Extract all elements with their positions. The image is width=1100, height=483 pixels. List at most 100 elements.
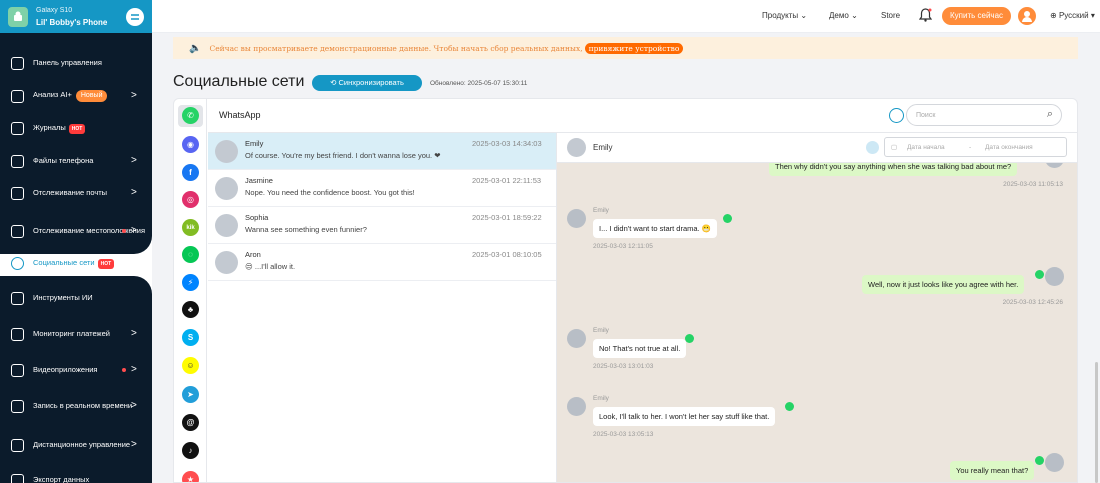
avatar bbox=[215, 251, 238, 274]
telegram-icon[interactable]: ➤ bbox=[182, 386, 199, 403]
app-list: ✆ ◉ f ◎ kik ◌ ⚡ ♣ S ☺ ➤ @ ♪ ★ bbox=[174, 99, 207, 482]
nav-icon bbox=[11, 363, 24, 377]
sidebar-item[interactable]: Социальные сети HOT bbox=[0, 256, 152, 270]
date-range-picker[interactable]: ▢ Дата начала - Дата окончания bbox=[884, 137, 1067, 157]
message-time: 2025-03-03 11:05:13 bbox=[1003, 181, 1063, 188]
scrollbar[interactable] bbox=[1095, 362, 1098, 483]
sidebar-item-label: Видеоприложения bbox=[33, 365, 98, 374]
tiktok-icon[interactable]: ♪ bbox=[182, 442, 199, 459]
globe-icon: ⊕ bbox=[1050, 11, 1057, 20]
chat-row[interactable]: Jasmine Nope. You need the confidence boo… bbox=[208, 170, 556, 207]
threads-icon[interactable]: @ bbox=[182, 414, 199, 431]
chat-row[interactable]: Sophia Wanna see something even funnier? 2… bbox=[208, 207, 556, 244]
conversation-view: Then why didn't you say anything when sh… bbox=[557, 163, 1077, 482]
skype-icon[interactable]: S bbox=[182, 329, 199, 346]
sender-avatar bbox=[567, 209, 586, 228]
nav-icon bbox=[11, 256, 24, 270]
device-name: Lil' Bobby's Phone bbox=[36, 17, 108, 27]
store-link[interactable]: Store bbox=[881, 11, 900, 20]
facebook-icon[interactable]: f bbox=[182, 164, 199, 181]
chat-name: Sophia bbox=[245, 213, 269, 222]
message-time: 2025-03-03 12:11:05 bbox=[593, 243, 653, 250]
sidebar-item[interactable]: Инструменты ИИ bbox=[0, 291, 152, 305]
nav-icon bbox=[11, 291, 24, 305]
sidebar-item[interactable]: Панель управления bbox=[0, 56, 152, 70]
sidebar-item[interactable]: Экспорт данных bbox=[0, 473, 152, 483]
sidebar-item[interactable]: Анализ AI+ Новый > bbox=[0, 89, 152, 103]
device-header[interactable]: Galaxy S10 Lil' Bobby's Phone bbox=[0, 0, 152, 33]
instagram-icon[interactable]: ◎ bbox=[182, 191, 199, 208]
sidebar-item[interactable]: Мониторинг платежей > bbox=[0, 327, 152, 341]
whatsapp-icon bbox=[685, 334, 694, 343]
sidebar-item[interactable]: Запись в реальном времени > bbox=[0, 399, 152, 413]
language-select[interactable]: ⊕ Русский ▾ bbox=[1050, 11, 1095, 20]
sidebar-item[interactable]: Отслеживание местоположения > bbox=[0, 224, 152, 238]
contact-avatar bbox=[567, 138, 586, 157]
sidebar-item-text: Экспорт данных bbox=[33, 475, 89, 483]
qq-icon[interactable]: ♣ bbox=[182, 301, 199, 318]
bell-icon[interactable] bbox=[918, 8, 933, 24]
messenger-icon[interactable]: ⚡ bbox=[182, 274, 199, 291]
switch-device-icon[interactable] bbox=[126, 7, 144, 26]
chat-last-message: Wanna see something even funnier? bbox=[245, 225, 367, 234]
date-start-placeholder: Дата начала bbox=[907, 144, 945, 151]
whatsapp-icon[interactable]: ✆ bbox=[182, 107, 199, 124]
sidebar-item[interactable]: Журналы HOT bbox=[0, 121, 152, 135]
chat-row[interactable]: Aron 😒 ...I'll allow it. 2025-03-01 08:10:… bbox=[208, 244, 556, 281]
refresh-icon[interactable] bbox=[889, 108, 904, 123]
sidebar-item-label: Инструменты ИИ bbox=[33, 293, 93, 302]
sidebar-item-label: Дистанционное управление bbox=[33, 440, 131, 449]
sidebar-item-label: Отслеживание местоположения bbox=[33, 226, 146, 235]
sidebar-item-text: Отслеживание почты bbox=[33, 188, 107, 198]
demo-menu[interactable]: Демо ⌄ bbox=[829, 11, 858, 20]
self-avatar bbox=[1045, 267, 1064, 286]
demo-banner: 🔈 Сейчас вы просматриваете демонстрацион… bbox=[173, 37, 1078, 59]
nav-icon bbox=[11, 186, 24, 200]
message-bubble: You really mean that? bbox=[950, 461, 1035, 480]
sidebar-item[interactable]: Видеоприложения > bbox=[0, 363, 152, 377]
sidebar-item[interactable]: Файлы телефона > bbox=[0, 154, 152, 168]
nav-icon bbox=[11, 121, 24, 135]
sync-button[interactable]: ⟲ Синхронизировать bbox=[312, 75, 422, 91]
sidebar-item[interactable]: Отслеживание почты > bbox=[0, 186, 152, 200]
message-time: 2025-03-03 13:01:03 bbox=[593, 363, 654, 370]
nav-icon bbox=[11, 89, 24, 103]
sidebar-item[interactable]: Дистанционное управление > bbox=[0, 438, 152, 452]
products-label: Продукты bbox=[762, 11, 799, 20]
chat-last-message: 😒 ...I'll allow it. bbox=[245, 262, 296, 271]
snapchat-icon[interactable]: ☺ bbox=[182, 357, 199, 374]
search-input[interactable]: Поиск ⌕ bbox=[906, 104, 1062, 126]
sender-avatar bbox=[567, 397, 586, 416]
nav-icon bbox=[11, 327, 24, 341]
products-menu[interactable]: Продукты ⌄ bbox=[762, 11, 807, 20]
chat-time: 2025-03-01 08:10:05 bbox=[472, 250, 542, 259]
nav-icon bbox=[11, 399, 24, 413]
sidebar-item-label: Отслеживание почты bbox=[33, 188, 108, 197]
kik-icon[interactable]: kik bbox=[182, 219, 199, 236]
conversation-header: Emily ▢ Дата начала - Дата окончания bbox=[557, 133, 1077, 163]
other-icon[interactable]: ★ bbox=[182, 471, 199, 482]
discord-icon[interactable]: ◉ bbox=[182, 136, 199, 153]
link-device-button[interactable]: привяжите устройство bbox=[584, 42, 684, 54]
avatar bbox=[215, 214, 238, 237]
social-panel: ✆ ◉ f ◎ kik ◌ ⚡ ♣ S ☺ ➤ @ ♪ ★ WhatsApp Поиск ⌕ Emily O… bbox=[173, 98, 1078, 483]
line-icon[interactable]: ◌ bbox=[182, 246, 199, 263]
chevron-right-icon: > bbox=[131, 225, 137, 236]
buy-now-button[interactable]: Купить сейчас bbox=[942, 7, 1012, 25]
updated-timestamp: Обновлено: 2025-05-07 15:30:11 bbox=[430, 80, 528, 87]
avatar bbox=[215, 177, 238, 200]
sidebar-item-text: Запись в реальном времени bbox=[33, 401, 132, 411]
chevron-right-icon: > bbox=[131, 187, 137, 198]
edit-icon[interactable] bbox=[866, 141, 879, 154]
chat-row[interactable]: Emily Of course. You're my best friend. I… bbox=[208, 133, 556, 170]
calendar-icon: ▢ bbox=[891, 144, 898, 151]
chevron-right-icon: > bbox=[131, 90, 137, 101]
message-bubble: Well, now it just looks like you agree w… bbox=[862, 275, 1025, 294]
chat-time: 2025-03-01 22:11:53 bbox=[472, 176, 542, 185]
message-sender: Emily bbox=[593, 327, 609, 334]
chat-last-message: Of course. You're my best friend. I don'… bbox=[245, 151, 441, 160]
user-avatar-icon[interactable] bbox=[1018, 7, 1036, 25]
chevron-right-icon: > bbox=[131, 328, 137, 339]
notification-dot bbox=[122, 229, 126, 233]
message-bubble: I... I didn't want to start drama. 😬 bbox=[593, 219, 718, 238]
